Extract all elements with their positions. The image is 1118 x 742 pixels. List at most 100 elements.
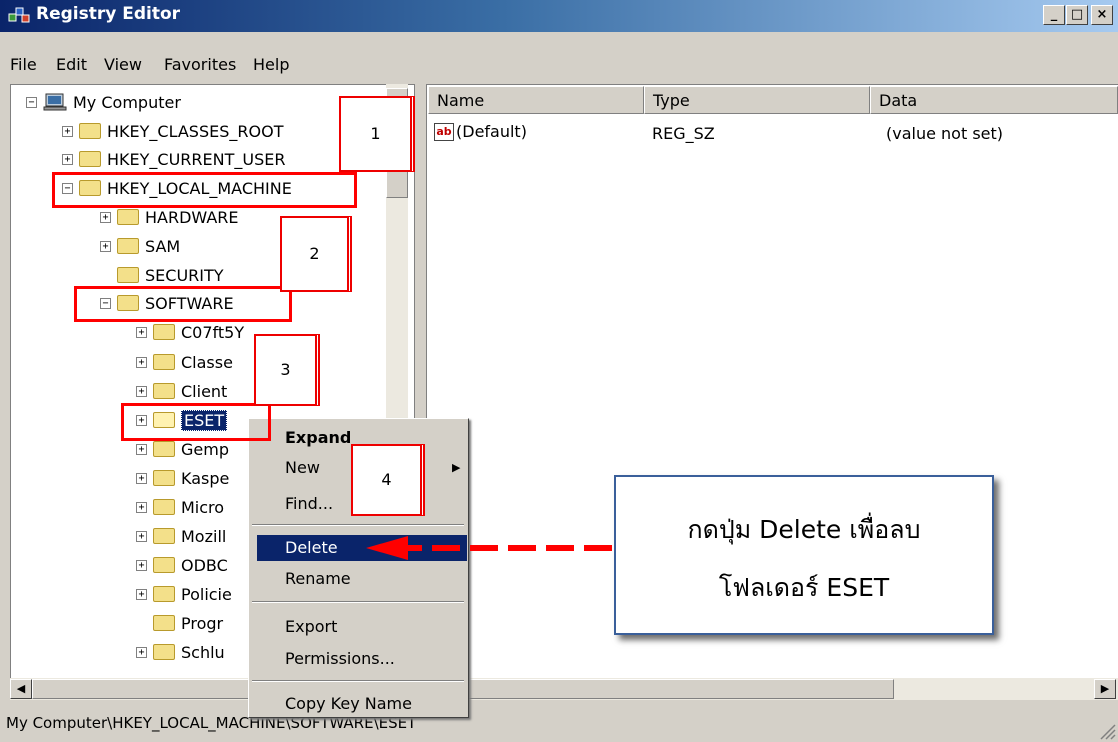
tree-item-software-child[interactable]: + Client [136,378,227,404]
expand-icon[interactable]: + [100,240,111,252]
menu-edit[interactable]: Edit [56,55,87,74]
tree-item-software-child[interactable]: + Mozill [136,523,226,549]
window-title: Registry Editor [36,4,181,24]
expand-icon[interactable]: + [136,356,147,368]
highlight-eset [121,403,271,441]
callout-line-2: โฟลเดอร์ ESET [718,573,890,602]
expand-icon[interactable]: + [136,588,147,600]
step-number-box: 1 [339,96,415,172]
folder-icon [153,644,175,660]
expand-icon[interactable]: + [136,326,147,338]
instruction-callout [614,475,994,635]
tree-label: My Computer [73,92,181,112]
tree-label: HARDWARE [145,207,239,227]
folder-icon [117,209,139,225]
tree-label: Classe [181,352,233,372]
tree-item-security[interactable]: SECURITY [117,262,224,288]
folder-icon [117,238,139,254]
menu-separator [252,680,464,682]
tree-item-hkcu[interactable]: + HKEY_CURRENT_USER [62,146,285,172]
expand-icon[interactable]: + [136,472,147,484]
tree-item-software-child[interactable]: + Schlu [136,639,225,665]
tree-label: SECURITY [145,265,224,285]
tree-label: HKEY_CURRENT_USER [107,149,286,169]
tree-label: Mozill [181,526,227,546]
menu-help[interactable]: Help [253,55,289,74]
tree-label: Progr [181,613,224,633]
expand-icon[interactable]: + [136,385,147,397]
column-header-name[interactable]: Name [428,86,644,114]
expand-icon[interactable]: + [100,211,111,223]
value-row-default[interactable]: ab (Default) [434,122,527,141]
menu-item-rename[interactable]: Rename [257,566,467,592]
folder-icon [117,267,139,283]
folder-icon [153,586,175,602]
expand-icon[interactable]: + [136,443,147,455]
column-header-type[interactable]: Type [644,86,870,114]
tree-label: SAM [145,236,181,256]
step-number-box: 4 [351,444,425,516]
expand-icon[interactable]: + [62,153,73,165]
tree-item-software-child[interactable]: + Classe [136,349,233,375]
tree-label: Micro [181,497,225,517]
tree-item-software-child[interactable]: Progr [153,610,223,636]
folder-icon [153,383,175,399]
menu-separator [252,524,464,526]
expand-icon[interactable]: + [136,530,147,542]
expand-icon[interactable]: + [136,559,147,571]
folder-icon [153,354,175,370]
maximize-button[interactable]: □ [1066,5,1088,25]
submenu-arrow-icon: ▶ [452,461,461,474]
tree-item-software-child[interactable]: + Kaspe [136,465,229,491]
tree-label: Policie [181,584,232,604]
folder-icon [153,324,175,340]
tree-label: Client [181,381,228,401]
step-number-box: 2 [280,216,352,292]
folder-icon [153,499,175,515]
folder-icon [153,557,175,573]
menu-favorites[interactable]: Favorites [164,55,236,74]
resize-grip-icon[interactable] [1098,722,1116,740]
folder-icon [79,123,101,139]
tree-label: Kaspe [181,468,230,488]
expand-icon[interactable]: + [136,501,147,513]
menu-item-export[interactable]: Export [257,614,467,640]
folder-icon [153,528,175,544]
tree-label: C07ft5Y [181,322,245,342]
tree-item-hkcr[interactable]: + HKEY_CLASSES_ROOT [62,118,283,144]
menu-view[interactable]: View [104,55,142,74]
minimize-button[interactable]: _ [1043,5,1065,25]
highlight-software [74,286,292,322]
value-data: (value not set) [886,124,1004,143]
computer-icon [43,93,67,111]
expand-icon[interactable]: + [136,646,147,658]
string-value-icon: ab [434,122,454,141]
scroll-right-arrow-icon[interactable]: ▶ [1094,679,1116,699]
folder-icon [153,441,175,457]
menu-item-copy-key-name[interactable]: Copy Key Name [257,691,467,717]
tree-item-my-computer[interactable]: − My Computer [26,89,181,115]
menu-file[interactable]: File [10,55,37,74]
column-header-data[interactable]: Data [870,86,1118,114]
value-type: REG_SZ [652,124,715,143]
step-number-box: 3 [254,334,320,406]
folder-icon [153,615,175,631]
scroll-left-arrow-icon[interactable]: ◀ [10,679,32,699]
collapse-icon[interactable]: − [26,96,37,108]
tree-label: Schlu [181,642,225,662]
tree-label: Gemp [181,439,229,459]
tree-item-sam[interactable]: + SAM [100,233,180,259]
tree-item-software-child[interactable]: + C07ft5Y [136,319,244,345]
tree-label: HKEY_CLASSES_ROOT [107,121,284,141]
tree-item-software-child[interactable]: + Policie [136,581,232,607]
registry-editor-icon [8,7,30,23]
callout-line-1: กดปุ่ม Delete เพื่อลบ [687,515,921,544]
tree-item-software-child[interactable]: + ODBC [136,552,228,578]
menu-separator [252,601,464,603]
close-button[interactable]: × [1091,5,1113,25]
highlight-hklm [52,172,357,208]
expand-icon[interactable]: + [62,125,73,137]
tree-item-software-child[interactable]: + Micro [136,494,224,520]
menu-item-permissions[interactable]: Permissions... [257,646,467,672]
folder-icon [153,470,175,486]
